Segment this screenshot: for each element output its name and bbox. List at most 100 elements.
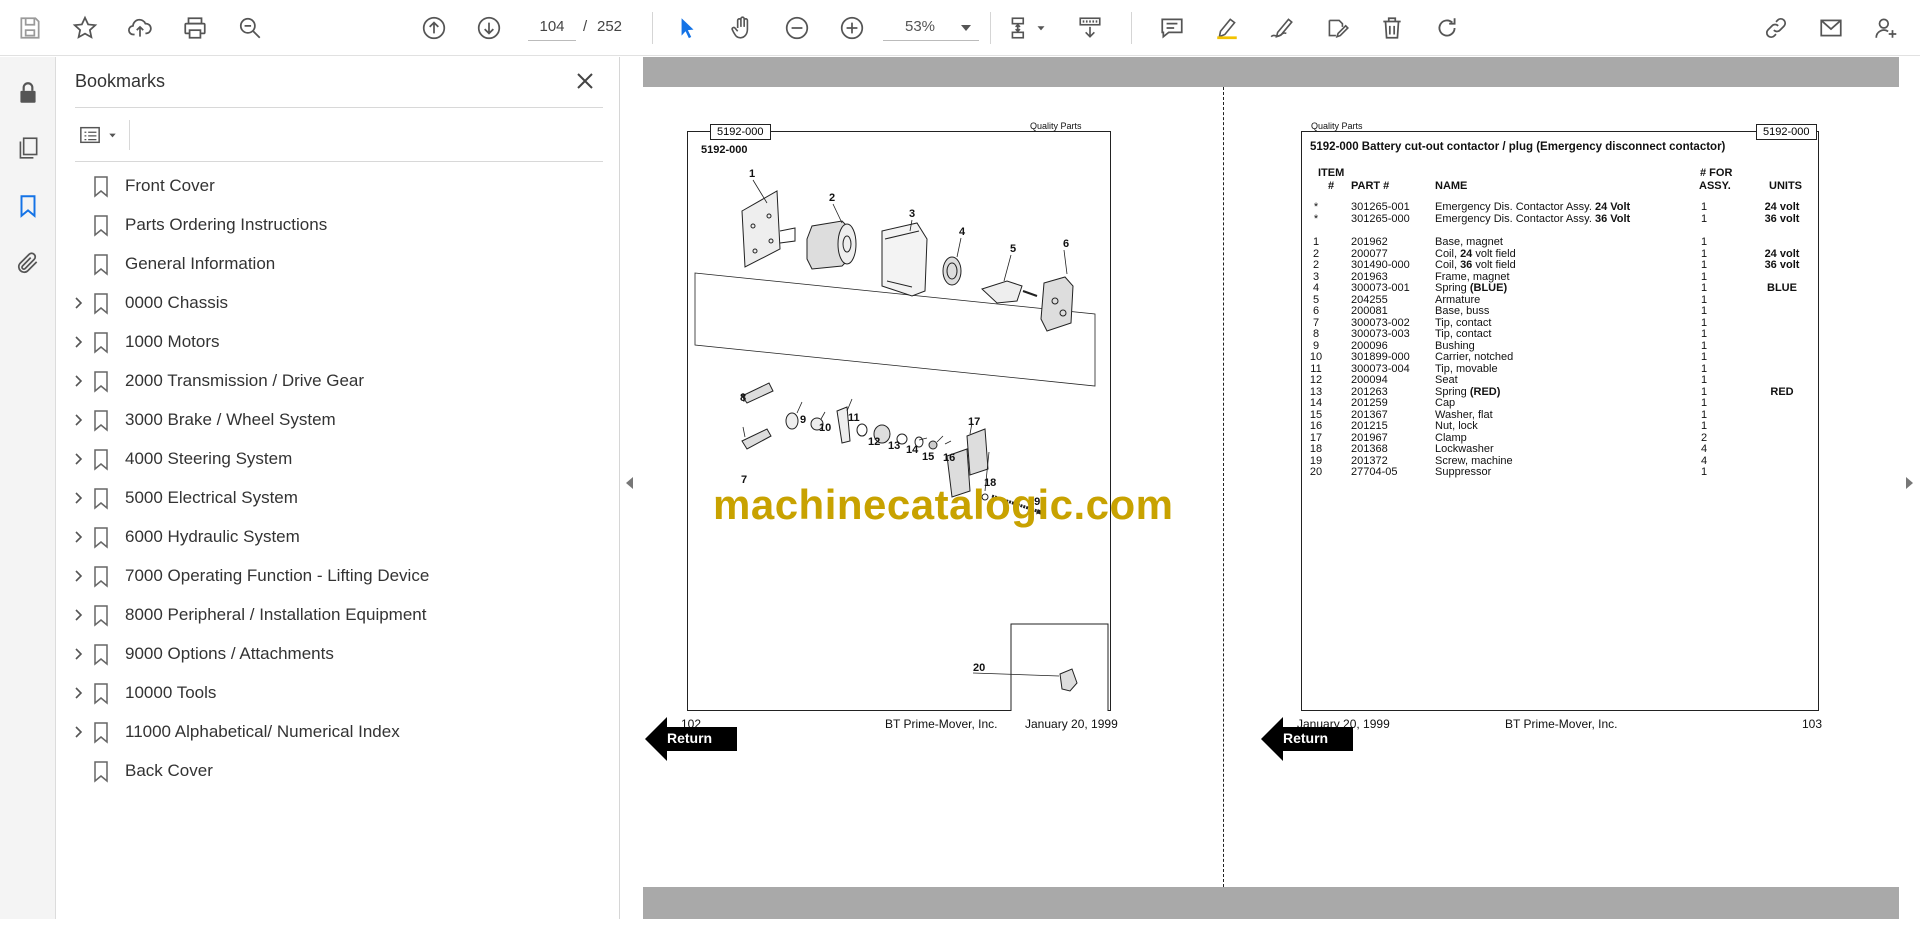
return-button-left[interactable]: Return <box>645 717 737 761</box>
chevron-down-icon[interactable] <box>1032 10 1050 46</box>
hand-tool-icon[interactable] <box>724 10 760 46</box>
bookmark-icon <box>93 566 109 588</box>
bookmark-item[interactable]: Back Cover <box>57 752 617 791</box>
cell-part-number: 301899-000 <box>1351 351 1410 363</box>
cell-part-number: 201962 <box>1351 236 1388 248</box>
cell-item: 10 <box>1309 351 1323 363</box>
chevron-right-icon[interactable] <box>70 646 86 662</box>
add-user-icon[interactable] <box>1868 10 1904 46</box>
chevron-right-icon[interactable] <box>70 529 86 545</box>
bookmark-panel-icon[interactable] <box>12 190 44 222</box>
cell-item: 8 <box>1312 328 1320 340</box>
chevron-right-icon[interactable] <box>70 412 86 428</box>
bookmark-label: Back Cover <box>125 761 213 780</box>
collapse-right-arrow-icon[interactable] <box>1906 477 1913 489</box>
edit-text-icon[interactable] <box>1319 10 1355 46</box>
email-icon[interactable] <box>1813 10 1849 46</box>
chevron-right-icon[interactable] <box>70 607 86 623</box>
zoom-out-icon[interactable] <box>779 10 815 46</box>
attachment-paperclip-icon[interactable] <box>12 247 44 279</box>
cell-part-number: 300073-002 <box>1351 316 1410 329</box>
left-footer-date: January 20, 1999 <box>1025 717 1118 731</box>
next-page-icon[interactable] <box>471 10 507 46</box>
cell-units: BLUE <box>1767 282 1797 294</box>
bookmark-item[interactable]: 5000 Electrical System <box>57 479 617 518</box>
collapse-left-arrow-icon[interactable] <box>626 477 633 489</box>
return-button-right[interactable]: Return <box>1261 717 1353 761</box>
bookmark-item[interactable]: 4000 Steering System <box>57 440 617 479</box>
previous-page-icon[interactable] <box>416 10 452 46</box>
chevron-right-icon[interactable] <box>70 685 86 701</box>
bookmark-item[interactable]: Front Cover <box>57 167 617 206</box>
bookmark-icon <box>93 683 109 705</box>
cell-qty: 1 <box>1700 397 1708 409</box>
bookmark-item[interactable]: 6000 Hydraulic System <box>57 518 617 557</box>
chevron-down-icon <box>109 133 116 137</box>
select-cursor-icon[interactable] <box>669 10 705 46</box>
chevron-right-icon[interactable] <box>70 334 86 350</box>
upload-cloud-icon[interactable] <box>122 10 158 46</box>
cell-part-number: 200094 <box>1351 374 1388 386</box>
bookmark-item[interactable]: General Information <box>57 245 617 284</box>
exploded-parts-diagram: 1 2 3 4 5 6 7 8 9 10 11 12 13 14 15 16 1… <box>694 168 1109 711</box>
chevron-right-icon[interactable] <box>70 568 86 584</box>
bookmark-item[interactable]: 7000 Operating Function - Lifting Device <box>57 557 617 596</box>
draw-freehand-icon[interactable] <box>1264 10 1300 46</box>
chevron-right-icon[interactable] <box>70 373 86 389</box>
bookmark-item[interactable]: 10000 Tools <box>57 674 617 713</box>
bookmark-item[interactable]: 8000 Peripheral / Installation Equipment <box>57 596 617 635</box>
bookmark-icon <box>93 254 109 276</box>
zoom-select[interactable]: 53% <box>883 13 979 41</box>
lock-icon[interactable] <box>12 77 44 109</box>
name-text: Emergency Dis. Contactor Assy. <box>1435 212 1595 225</box>
rotate-icon[interactable] <box>1429 10 1465 46</box>
chevron-right-icon[interactable] <box>70 451 86 467</box>
cell-name: Coil, 24 volt field <box>1435 248 1516 260</box>
table-row: 20 27704-05 1 Suppressor <box>1296 466 1816 480</box>
cell-part-number: 300073-003 <box>1351 328 1410 340</box>
zoom-in-icon[interactable] <box>834 10 870 46</box>
chevron-right-icon[interactable] <box>70 724 86 740</box>
find-zoom-icon[interactable] <box>232 10 268 46</box>
bookmark-item[interactable]: Parts Ordering Instructions <box>57 206 617 245</box>
highlight-pen-icon[interactable] <box>1209 10 1245 46</box>
name-text: Spring <box>1435 385 1470 398</box>
bookmark-item[interactable]: 3000 Brake / Wheel System <box>57 401 617 440</box>
cell-part-number: 201259 <box>1351 397 1388 409</box>
bookmark-item[interactable]: 9000 Options / Attachments <box>57 635 617 674</box>
page-gutter-bottom <box>643 887 1899 919</box>
name-text: Emergency Dis. Contactor Assy. <box>1435 201 1595 213</box>
bookmark-label: Front Cover <box>125 176 215 195</box>
close-icon[interactable] <box>573 69 597 93</box>
cell-part-number: 201372 <box>1351 454 1388 467</box>
return-label: Return <box>1283 730 1329 746</box>
name-text: Base, magnet <box>1435 236 1503 248</box>
print-icon[interactable] <box>177 10 213 46</box>
bookmark-item[interactable]: 0000 Chassis <box>57 284 617 323</box>
cell-qty: 1 <box>1700 247 1708 260</box>
name-emphasis: (RED) <box>1469 385 1501 398</box>
bookmark-item[interactable]: 1000 Motors <box>57 323 617 362</box>
callout-label: 2 <box>829 192 835 204</box>
comment-icon[interactable] <box>1154 10 1190 46</box>
bookmark-item[interactable]: 11000 Alphabetical/ Numerical Index <box>57 713 617 752</box>
page-number-input[interactable]: 104 <box>528 13 576 41</box>
bookmark-options-button[interactable] <box>75 120 125 150</box>
cell-name: Lockwasher <box>1435 443 1494 455</box>
cell-qty: 1 <box>1700 259 1708 271</box>
callout-label: 17 <box>968 416 980 428</box>
page-thumbnails-icon[interactable] <box>12 132 44 164</box>
bookmark-item[interactable]: 2000 Transmission / Drive Gear <box>57 362 617 401</box>
name-text: Spring <box>1435 282 1470 294</box>
chevron-right-icon[interactable] <box>70 490 86 506</box>
bookmark-label: 6000 Hydraulic System <box>125 527 300 546</box>
bookmark-icon <box>93 332 109 354</box>
cell-name: Base, buss <box>1435 305 1489 317</box>
share-link-icon[interactable] <box>1758 10 1794 46</box>
delete-trash-icon[interactable] <box>1374 10 1410 46</box>
scroll-mode-icon[interactable] <box>1072 10 1108 46</box>
chevron-right-icon[interactable] <box>70 295 86 311</box>
star-icon[interactable] <box>67 10 103 46</box>
toolbar-divider <box>652 12 653 44</box>
save-icon[interactable] <box>12 10 48 46</box>
